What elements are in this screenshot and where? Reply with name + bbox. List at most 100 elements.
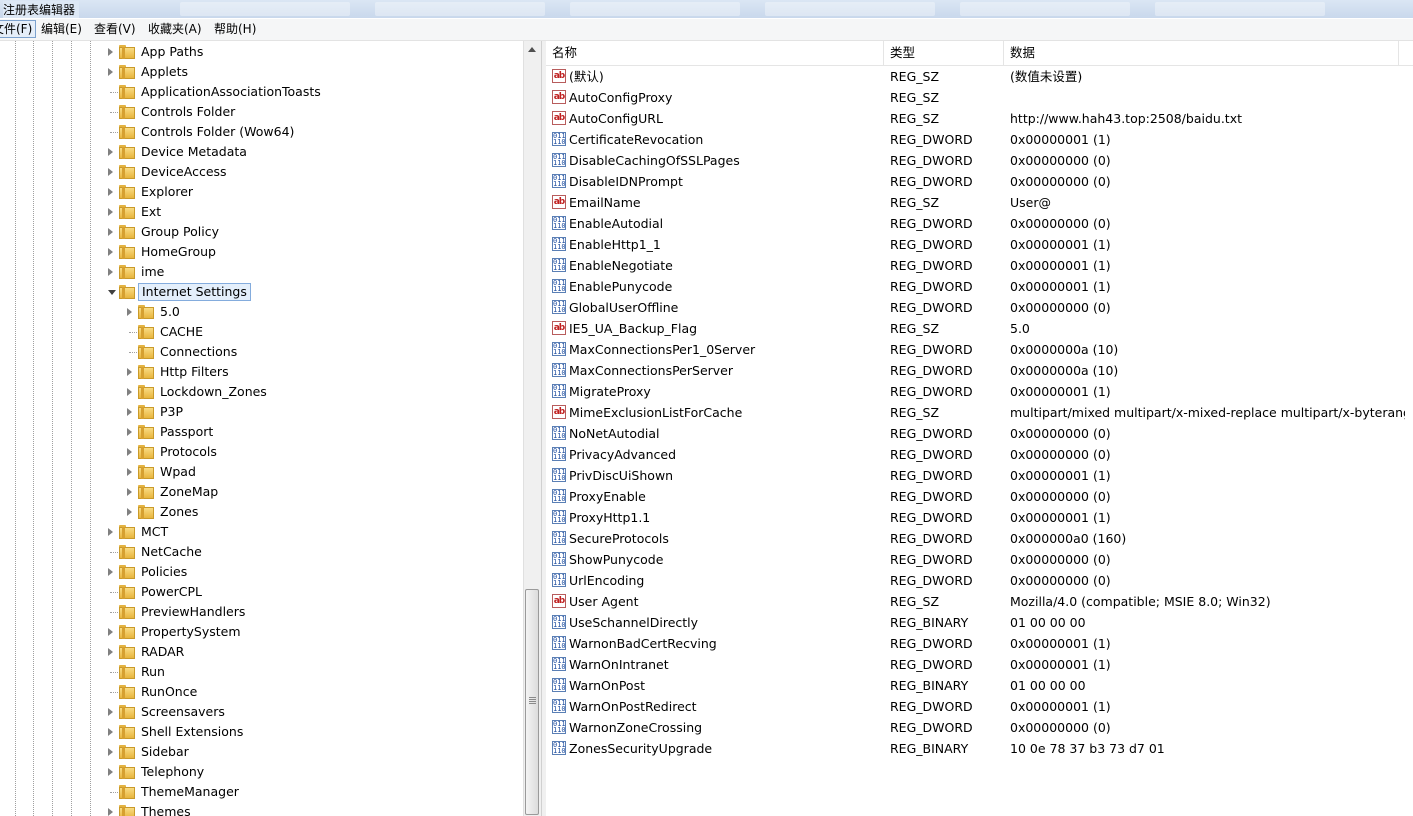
tree-item-label[interactable]: Run: [138, 664, 168, 680]
expand-arrow-icon[interactable]: [108, 808, 113, 816]
tree-item[interactable]: ZoneMap: [0, 482, 520, 502]
expand-arrow-icon[interactable]: [127, 308, 132, 316]
tree-item[interactable]: CACHE: [0, 322, 520, 342]
value-row[interactable]: ab AutoConfigURL REG_SZ http://www.hah43.to…: [546, 108, 1413, 129]
expand-arrow-icon[interactable]: [127, 368, 132, 376]
tree-item[interactable]: Applets: [0, 62, 520, 82]
tree-item-label[interactable]: CACHE: [157, 324, 206, 340]
expand-arrow-icon[interactable]: [127, 448, 132, 456]
tree-item[interactable]: MCT: [0, 522, 520, 542]
tree-item-label[interactable]: Wpad: [157, 464, 199, 480]
tree-item[interactable]: Telephony: [0, 762, 520, 782]
tree-item[interactable]: Controls Folder (Wow64): [0, 122, 520, 142]
value-row[interactable]: 011 110 ZonesSecurityUpgrade REG_BINARY 10 …: [546, 738, 1413, 759]
column-header-name[interactable]: 名称: [546, 41, 577, 65]
tree-item-label[interactable]: Connections: [157, 344, 240, 360]
value-row[interactable]: 011 110 ProxyHttp1.1 REG_DWORD 0x00000001 (…: [546, 507, 1413, 528]
value-row[interactable]: ab MimeExclusionListForCache REG_SZ multipa…: [546, 402, 1413, 423]
value-row[interactable]: 011 110 MaxConnectionsPerServer REG_DWORD 0…: [546, 360, 1413, 381]
tree-item[interactable]: HomeGroup: [0, 242, 520, 262]
tree-item[interactable]: DeviceAccess: [0, 162, 520, 182]
tree-item[interactable]: RADAR: [0, 642, 520, 662]
tree-item[interactable]: PropertySystem: [0, 622, 520, 642]
tree-item[interactable]: Policies: [0, 562, 520, 582]
tree-item[interactable]: Lockdown_Zones: [0, 382, 520, 402]
value-row[interactable]: 011 110 MigrateProxy REG_DWORD 0x00000001 (…: [546, 381, 1413, 402]
tree-item-label[interactable]: Screensavers: [138, 704, 228, 720]
tree-item[interactable]: ThemeManager: [0, 782, 520, 802]
expand-arrow-icon[interactable]: [108, 188, 113, 196]
tree-item[interactable]: Device Metadata: [0, 142, 520, 162]
value-row[interactable]: 011 110 EnableNegotiate REG_DWORD 0x0000000…: [546, 255, 1413, 276]
value-row[interactable]: 011 110 EnablePunycode REG_DWORD 0x00000001…: [546, 276, 1413, 297]
value-row[interactable]: 011 110 UrlEncoding REG_DWORD 0x00000000 (0…: [546, 570, 1413, 591]
tree-item-label[interactable]: HomeGroup: [138, 244, 219, 260]
tree-item-label[interactable]: ZoneMap: [157, 484, 221, 500]
tree-item[interactable]: ime: [0, 262, 520, 282]
tree-item[interactable]: PowerCPL: [0, 582, 520, 602]
expand-arrow-icon[interactable]: [127, 408, 132, 416]
tree-item[interactable]: RunOnce: [0, 682, 520, 702]
value-row[interactable]: 011 110 EnableAutodial REG_DWORD 0x00000000…: [546, 213, 1413, 234]
tree-item-label[interactable]: Lockdown_Zones: [157, 384, 270, 400]
tree-item-label[interactable]: Zones: [157, 504, 201, 520]
expand-arrow-icon[interactable]: [108, 708, 113, 716]
column-separator[interactable]: [1398, 41, 1399, 65]
tree-item[interactable]: Connections: [0, 342, 520, 362]
tree-item[interactable]: P3P: [0, 402, 520, 422]
tree-item-label[interactable]: ApplicationAssociationToasts: [138, 84, 324, 100]
value-row[interactable]: 011 110 NoNetAutodial REG_DWORD 0x00000000 …: [546, 423, 1413, 444]
value-row[interactable]: 011 110 WarnOnIntranet REG_DWORD 0x00000001…: [546, 654, 1413, 675]
value-row[interactable]: 011 110 WarnOnPost REG_BINARY 01 00 00 00: [546, 675, 1413, 696]
expand-arrow-icon[interactable]: [127, 428, 132, 436]
tree-item[interactable]: Run: [0, 662, 520, 682]
expand-arrow-icon[interactable]: [108, 528, 113, 536]
value-row[interactable]: 011 110 WarnonBadCertRecving REG_DWORD 0x00…: [546, 633, 1413, 654]
tree-item-label[interactable]: NetCache: [138, 544, 205, 560]
tree-item-label[interactable]: 5.0: [157, 304, 183, 320]
value-row[interactable]: ab EmailName REG_SZ User@: [546, 192, 1413, 213]
value-row[interactable]: 011 110 WarnonZoneCrossing REG_DWORD 0x0000…: [546, 717, 1413, 738]
value-row[interactable]: 011 110 ShowPunycode REG_DWORD 0x00000000 (…: [546, 549, 1413, 570]
tree-item[interactable]: Sidebar: [0, 742, 520, 762]
collapse-arrow-icon[interactable]: [108, 290, 116, 295]
expand-arrow-icon[interactable]: [127, 488, 132, 496]
value-row[interactable]: 011 110 EnableHttp1_1 REG_DWORD 0x00000001 …: [546, 234, 1413, 255]
tree-item-label[interactable]: Themes: [138, 804, 194, 816]
tree-item-label[interactable]: Policies: [138, 564, 190, 580]
value-row[interactable]: 011 110 PrivacyAdvanced REG_DWORD 0x0000000…: [546, 444, 1413, 465]
value-row[interactable]: 011 110 ProxyEnable REG_DWORD 0x00000000 (0…: [546, 486, 1413, 507]
tree-item[interactable]: NetCache: [0, 542, 520, 562]
value-row[interactable]: 011 110 MaxConnectionsPer1_0Server REG_DWO…: [546, 339, 1413, 360]
tree-item-label[interactable]: Shell Extensions: [138, 724, 246, 740]
tree-item-label[interactable]: RunOnce: [138, 684, 200, 700]
tree-item-label[interactable]: Sidebar: [138, 744, 192, 760]
menu-favorites[interactable]: 收藏夹(A): [145, 21, 205, 37]
tree-item-label[interactable]: Passport: [157, 424, 216, 440]
tree-item[interactable]: Themes: [0, 802, 520, 816]
value-row[interactable]: ab IE5_UA_Backup_Flag REG_SZ 5.0: [546, 318, 1413, 339]
tree-item-label[interactable]: PreviewHandlers: [138, 604, 248, 620]
tree-item[interactable]: Screensavers: [0, 702, 520, 722]
value-row[interactable]: ab User Agent REG_SZ Mozilla/4.0 (compatibl…: [546, 591, 1413, 612]
expand-arrow-icon[interactable]: [108, 48, 113, 56]
tree-item-label[interactable]: App Paths: [138, 44, 206, 60]
tree-item-label[interactable]: ThemeManager: [138, 784, 242, 800]
value-row[interactable]: 011 110 GlobalUserOffline REG_DWORD 0x00000…: [546, 297, 1413, 318]
tree-item[interactable]: Internet Settings: [0, 282, 520, 302]
tree-item[interactable]: Protocols: [0, 442, 520, 462]
expand-arrow-icon[interactable]: [108, 168, 113, 176]
value-row[interactable]: ab AutoConfigProxy REG_SZ: [546, 87, 1413, 108]
scrollbar-thumb[interactable]: [525, 589, 539, 815]
value-row[interactable]: 011 110 SecureProtocols REG_DWORD 0x000000a…: [546, 528, 1413, 549]
value-row[interactable]: 011 110 WarnOnPostRedirect REG_DWORD 0x0000…: [546, 696, 1413, 717]
tree-item-label[interactable]: Device Metadata: [138, 144, 250, 160]
value-row[interactable]: 011 110 CertificateRevocation REG_DWORD 0x0…: [546, 129, 1413, 150]
menu-edit[interactable]: 编辑(E): [38, 21, 85, 37]
menu-help[interactable]: 帮助(H): [211, 21, 259, 37]
tree-item-label[interactable]: Http Filters: [157, 364, 232, 380]
expand-arrow-icon[interactable]: [108, 208, 113, 216]
menu-view[interactable]: 查看(V): [91, 21, 139, 37]
expand-arrow-icon[interactable]: [127, 468, 132, 476]
tree-item[interactable]: 5.0: [0, 302, 520, 322]
